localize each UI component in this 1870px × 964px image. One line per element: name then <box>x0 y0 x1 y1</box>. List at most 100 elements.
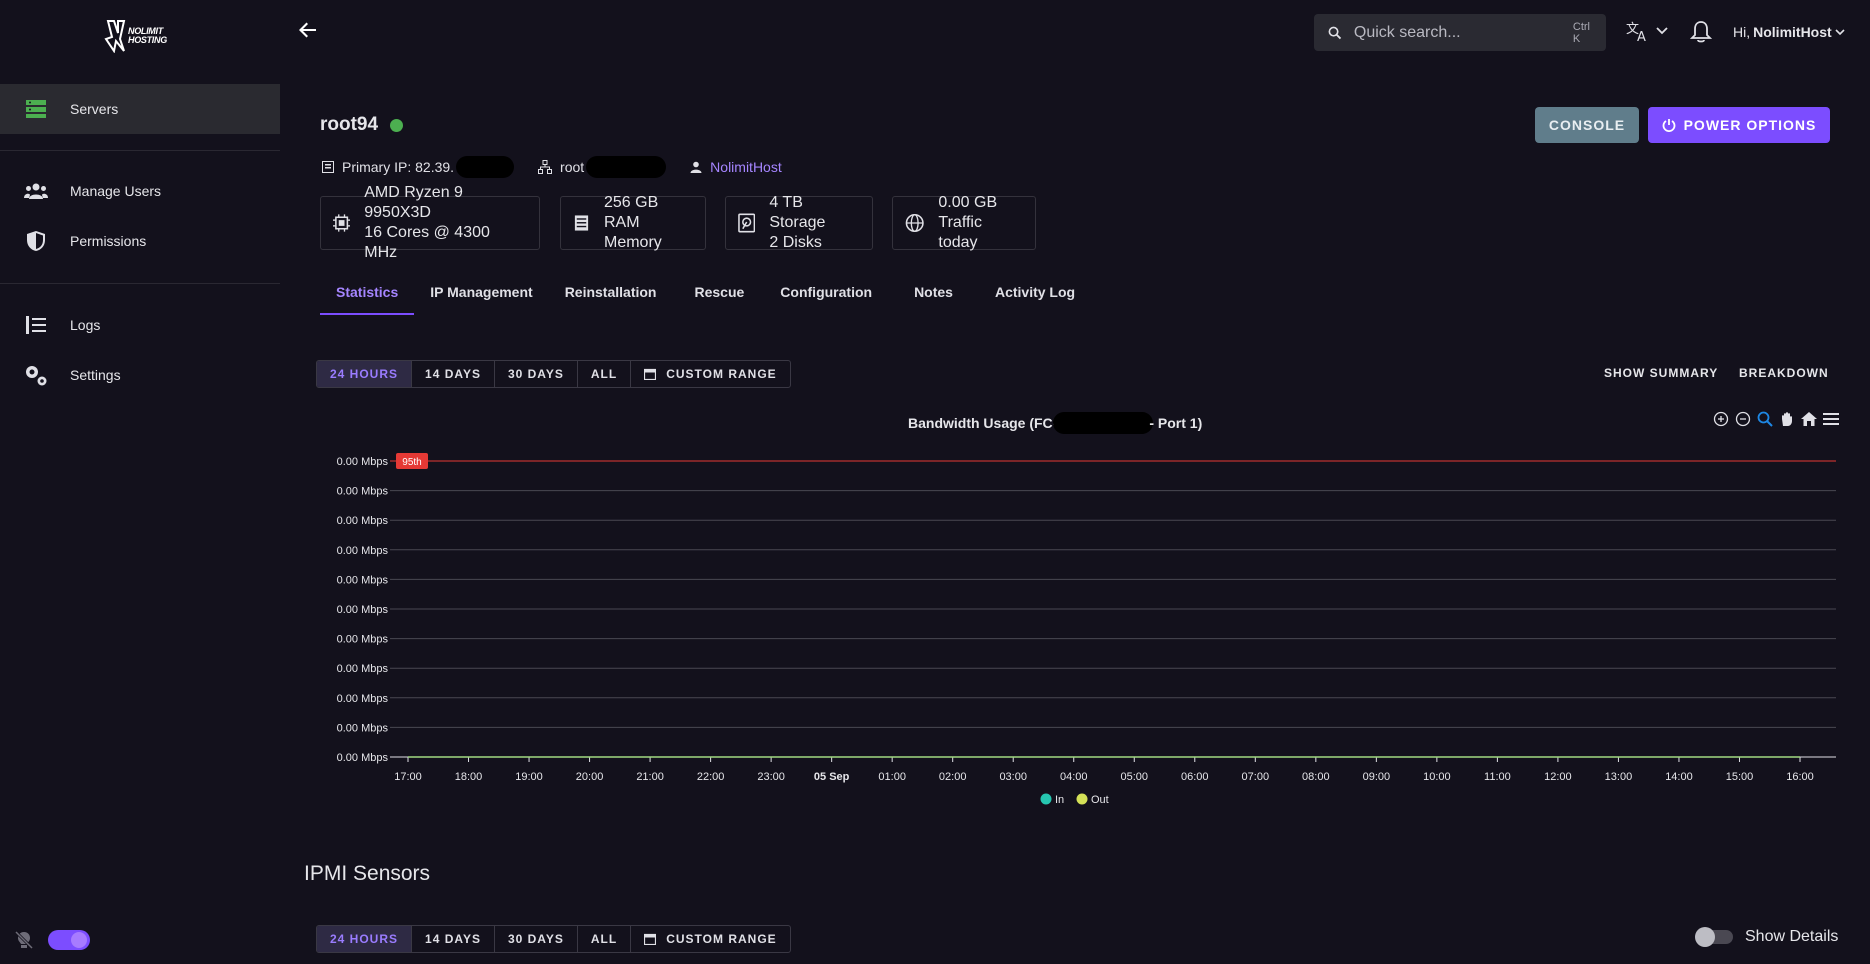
pan-hand-icon[interactable] <box>1778 410 1796 428</box>
primary-ip: Primary IP: 82.39. <box>322 156 515 178</box>
brand-logo[interactable]: NOLIMIT HOSTING <box>104 18 174 54</box>
spec-cpu-model: AMD Ryzen 9 9950X3D <box>364 184 463 221</box>
x-tick-label: 10:00 <box>1423 771 1451 783</box>
user-menu[interactable]: Hi, NolimitHost <box>1733 24 1845 40</box>
server-tabs: Statistics IP Management Reinstallation … <box>320 278 1091 316</box>
sidebar-item-label: Logs <box>70 317 101 333</box>
sidebar-item-label: Manage Users <box>70 183 162 199</box>
power-options-button[interactable]: POWER OPTIONS <box>1648 107 1830 143</box>
calendar-icon <box>644 368 657 380</box>
svg-text:A: A <box>1637 30 1646 42</box>
sidebar-item-logs[interactable]: Logs <box>0 300 280 350</box>
ipmi-range-selector: 24 HOURS 14 DAYS 30 DAYS ALL CUSTOM RANG… <box>316 925 791 953</box>
bandwidth-chart: 0.00 Mbps 0.00 Mbps 0.00 Mbps 0.00 Mbps 0.00… <box>337 453 1836 806</box>
tab-notes[interactable]: Notes <box>898 278 979 316</box>
x-tick-label: 20:00 <box>576 771 604 783</box>
tab-reinstallation[interactable]: Reinstallation <box>549 278 679 316</box>
bulb-off-icon <box>14 930 34 950</box>
logo-line2: HOSTING <box>128 35 167 45</box>
search-shortcut: Ctrl K <box>1572 20 1590 45</box>
list-icon <box>24 313 48 337</box>
disk-icon <box>738 213 756 233</box>
selection-zoom-icon[interactable] <box>1756 410 1774 428</box>
spec-storage-size: 4 TB Storage <box>769 194 826 231</box>
x-tick-label: 19:00 <box>515 771 543 783</box>
globe-icon <box>905 213 924 233</box>
tab-ip-management[interactable]: IP Management <box>414 278 548 316</box>
zoom-out-icon[interactable] <box>1734 410 1752 428</box>
theme-toggle[interactable] <box>48 930 90 950</box>
range-24-hours[interactable]: 24 HOURS <box>317 926 413 952</box>
power-icon <box>1662 119 1675 132</box>
x-tick-label: 08:00 <box>1302 771 1330 783</box>
console-button[interactable]: CONSOLE <box>1535 107 1639 143</box>
legend-label-out: Out <box>1091 794 1109 806</box>
sidebar-item-permissions[interactable]: Permissions <box>0 216 280 266</box>
range-30-days[interactable]: 30 DAYS <box>495 926 578 952</box>
spec-cpu-cores: 16 Cores @ 4300 MHz <box>364 224 490 261</box>
owner-link[interactable]: NolimitHost <box>690 159 782 175</box>
chevron-down-icon <box>1656 27 1668 35</box>
sidebar-item-manage-users[interactable]: Manage Users <box>0 166 280 216</box>
sidebar-item-label: Permissions <box>70 233 147 249</box>
y-tick-label: 0.00 Mbps <box>337 634 389 646</box>
range-custom[interactable]: CUSTOM RANGE <box>631 361 789 387</box>
hostname: root <box>538 156 667 178</box>
back-arrow-icon[interactable] <box>296 18 320 42</box>
x-tick-label: 23:00 <box>757 771 785 783</box>
notifications-bell-icon[interactable] <box>1690 20 1712 44</box>
spec-traffic-value: 0.00 GB <box>938 194 998 211</box>
redaction <box>586 156 667 178</box>
language-switcher[interactable]: 文A <box>1626 20 1668 42</box>
chart-menu-icon[interactable] <box>1822 410 1840 428</box>
server-name-text: root94 <box>320 114 379 135</box>
show-summary-button[interactable]: SHOW SUMMARY <box>1604 366 1718 380</box>
range-all[interactable]: ALL <box>578 926 632 952</box>
range-all[interactable]: ALL <box>578 361 632 387</box>
show-details-switch[interactable] <box>1695 927 1733 947</box>
sidebar-item-settings[interactable]: Settings <box>0 350 280 400</box>
tab-statistics[interactable]: Statistics <box>320 278 415 316</box>
reset-zoom-home-icon[interactable] <box>1800 410 1818 428</box>
x-tick-label: 13:00 <box>1605 771 1633 783</box>
tab-rescue[interactable]: Rescue <box>678 278 764 316</box>
primary-ip-text: Primary IP: 82.39. <box>342 159 455 175</box>
x-tick-label: 16:00 <box>1786 771 1814 783</box>
breakdown-button[interactable]: BREAKDOWN <box>1739 366 1829 380</box>
zoom-in-icon[interactable] <box>1712 410 1730 428</box>
spec-memory: 256 GB RAM Memory <box>560 194 706 251</box>
quick-search[interactable]: Ctrl K <box>1314 14 1606 51</box>
search-icon <box>1328 26 1342 39</box>
sidebar-item-servers[interactable]: Servers <box>0 84 280 134</box>
server-meta: Primary IP: 82.39. root NolimitHost <box>322 156 782 178</box>
range-30-days[interactable]: 30 DAYS <box>495 361 578 387</box>
range-14-days[interactable]: 14 DAYS <box>412 926 495 952</box>
y-tick-label: 0.00 Mbps <box>337 722 389 734</box>
x-tick-label: 18:00 <box>455 771 483 783</box>
x-tick-label: 03:00 <box>999 771 1027 783</box>
x-tick-label: 14:00 <box>1665 771 1693 783</box>
range-custom[interactable]: CUSTOM RANGE <box>631 926 789 952</box>
legend-label-in: In <box>1055 794 1064 806</box>
x-tick-label: 05 Sep <box>814 771 850 783</box>
chart-title-left: Bandwidth Usage (FC- <box>908 415 1058 431</box>
x-tick-label: 02:00 <box>939 771 967 783</box>
spec-traffic: 0.00 GB Traffic today <box>892 194 1036 251</box>
hostname-text: root <box>560 159 585 175</box>
tab-configuration[interactable]: Configuration <box>764 278 898 316</box>
chevron-down-icon <box>1835 28 1845 35</box>
memory-icon <box>574 215 589 231</box>
y-tick-label: 0.00 Mbps <box>337 545 389 557</box>
percentile-95-label: 95th <box>402 457 421 468</box>
search-input[interactable] <box>1353 23 1561 42</box>
range-14-days[interactable]: 14 DAYS <box>412 361 495 387</box>
range-24-hours[interactable]: 24 HOURS <box>317 361 413 387</box>
translate-icon: 文A <box>1626 22 1646 42</box>
show-details-toggle-row[interactable]: Show Details <box>1695 927 1838 947</box>
redaction <box>456 156 515 178</box>
bandwidth-range-selector: 24 HOURS 14 DAYS 30 DAYS ALL CUSTOM RANG… <box>316 360 791 388</box>
tab-activity-log[interactable]: Activity Log <box>979 278 1091 316</box>
ip-icon <box>322 161 334 173</box>
sidebar-item-label: Servers <box>70 101 119 117</box>
x-tick-label: 17:00 <box>394 771 422 783</box>
